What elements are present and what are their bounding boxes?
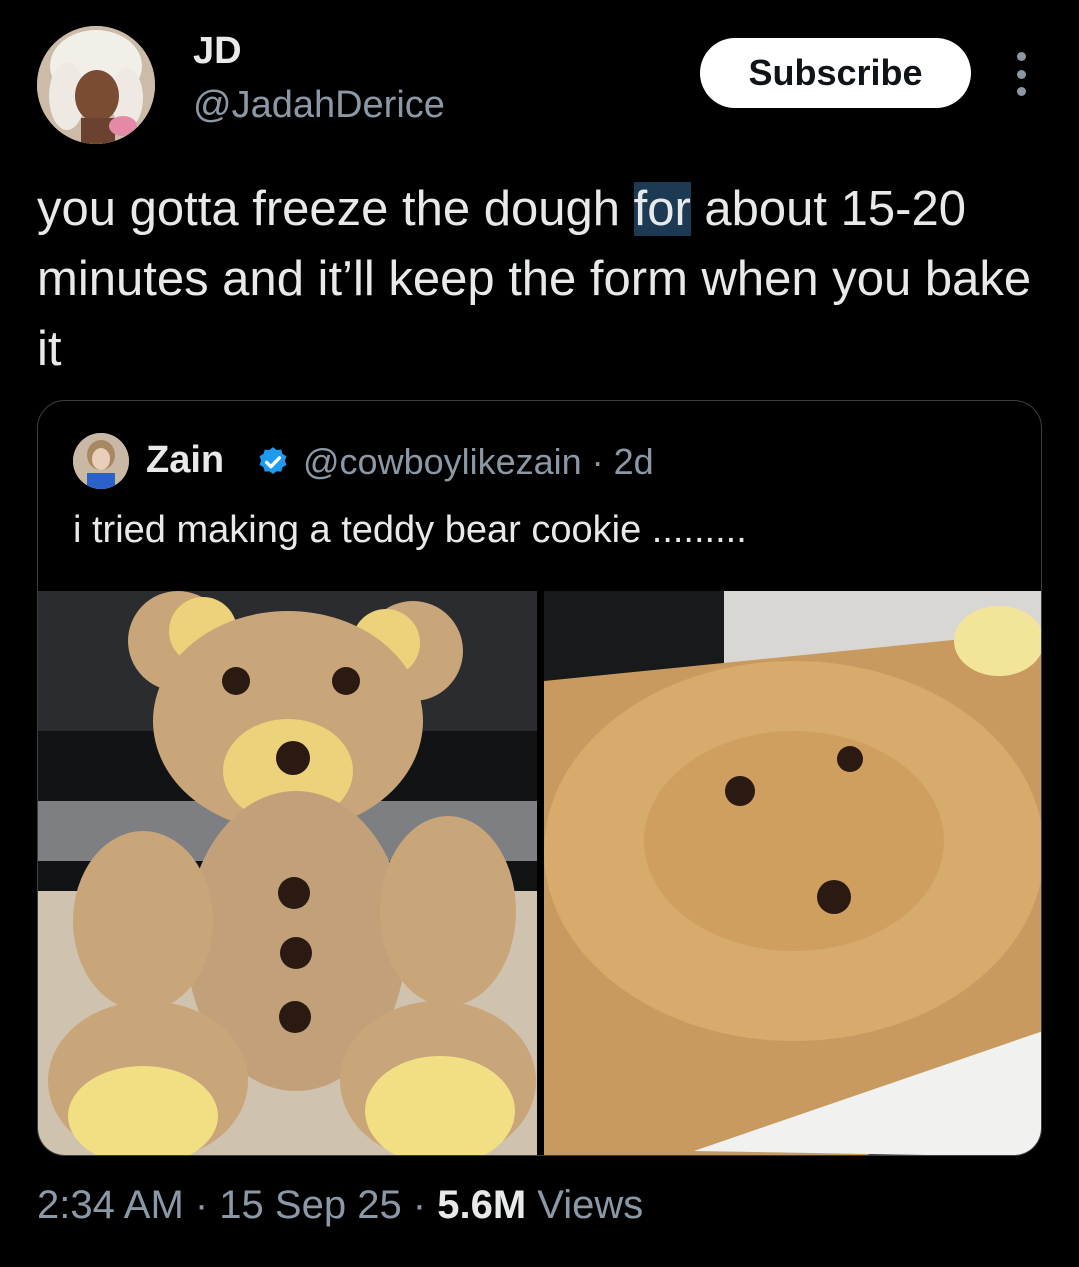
more-options-icon[interactable] <box>1008 52 1034 96</box>
dough-bear-image <box>38 591 537 1155</box>
quoted-tweet[interactable]: Zain @cowboylikezain · 2d i tried making… <box>37 400 1042 1156</box>
media-image-baked-cookie[interactable] <box>544 591 1041 1155</box>
tweet-text-part: you gotta freeze the dough <box>37 182 634 236</box>
time-date[interactable]: 2:34 AM · 15 Sep 25 · <box>37 1183 437 1227</box>
author-avatar[interactable] <box>37 26 155 144</box>
quote-text: i tried making a teddy bear cookie .....… <box>73 509 747 551</box>
verified-badge-icon <box>259 447 287 475</box>
dot <box>1016 69 1026 79</box>
author-handle[interactable]: @JadahDerice <box>193 84 445 127</box>
tweet-metadata: 2:34 AM · 15 Sep 25 · 5.6M Views <box>37 1183 643 1228</box>
baked-cookie-image <box>544 591 1041 1155</box>
tweet-text: you gotta freeze the dough for about 15-… <box>37 174 1037 384</box>
views-count: 5.6M <box>437 1183 527 1227</box>
media-image-dough-bear[interactable] <box>38 591 537 1155</box>
dot <box>1016 52 1026 61</box>
quote-handle-time[interactable]: @cowboylikezain · 2d <box>303 441 654 483</box>
subscribe-button[interactable]: Subscribe <box>700 38 971 108</box>
views-label: Views <box>526 1183 644 1227</box>
author-name[interactable]: JD <box>193 30 242 73</box>
quote-author-name[interactable]: Zain <box>146 439 224 482</box>
quote-media[interactable] <box>38 591 1041 1155</box>
dot <box>1016 87 1026 96</box>
author-avatar-image <box>37 26 155 144</box>
tweet-text-highlight: for <box>633 182 691 236</box>
quote-avatar[interactable] <box>73 433 129 489</box>
quote-avatar-image <box>73 433 129 489</box>
